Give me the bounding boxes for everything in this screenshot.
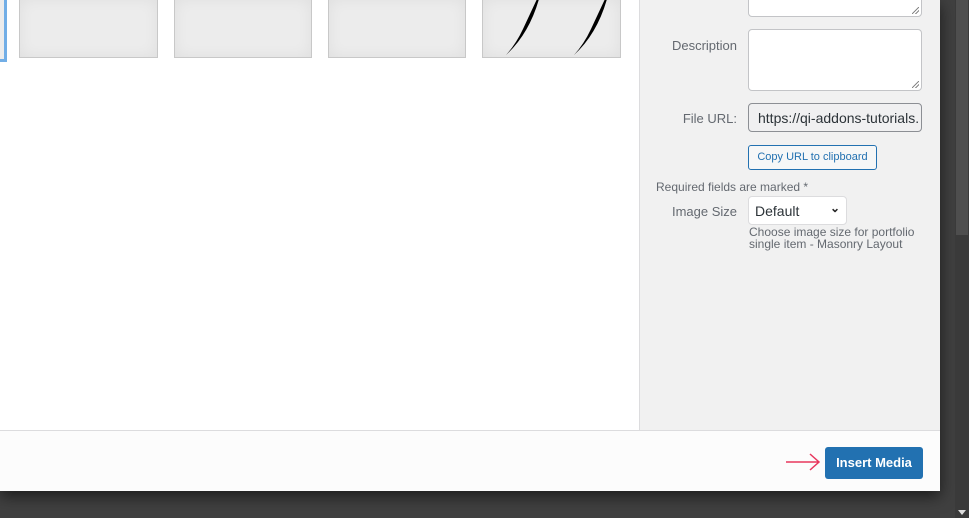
file-url-input[interactable]: https://qi-addons-tutorials. bbox=[748, 103, 922, 132]
required-fields-note: Required fields are marked * bbox=[656, 180, 809, 194]
arrow-right-icon bbox=[786, 453, 821, 471]
media-modal: Description File URL: https://qi-addons-… bbox=[0, 0, 940, 491]
resize-grip-icon[interactable] bbox=[912, 7, 919, 14]
description-textarea[interactable] bbox=[748, 29, 922, 91]
media-item-selected[interactable] bbox=[0, 0, 7, 62]
attachment-details-sidebar: Description File URL: https://qi-addons-… bbox=[639, 0, 940, 430]
quote-image bbox=[506, 0, 607, 55]
media-item[interactable] bbox=[328, 0, 466, 58]
description-label: Description bbox=[671, 38, 737, 53]
image-size-select[interactable]: Default ⌄ bbox=[748, 196, 847, 225]
media-item[interactable] bbox=[19, 0, 158, 58]
scrollbar-thumb[interactable] bbox=[956, 0, 968, 235]
page-scrollbar[interactable] bbox=[955, 0, 969, 518]
media-item[interactable] bbox=[174, 0, 312, 58]
image-size-label: Image Size bbox=[671, 204, 737, 219]
insert-media-button[interactable]: Insert Media bbox=[825, 447, 923, 479]
copy-url-button[interactable]: Copy URL to clipboard bbox=[748, 145, 877, 170]
caption-textarea[interactable] bbox=[748, 0, 922, 17]
media-item[interactable] bbox=[482, 0, 621, 58]
media-toolbar: Insert Media bbox=[0, 430, 940, 491]
image-size-value: Default bbox=[755, 203, 800, 219]
resize-grip-icon[interactable] bbox=[912, 81, 919, 88]
image-size-help: Choose image size for portfolio single i… bbox=[749, 225, 915, 251]
scroll-down-arrow-icon[interactable] bbox=[958, 510, 966, 515]
file-url-label: File URL: bbox=[682, 111, 737, 126]
chevron-down-icon: ⌄ bbox=[829, 201, 840, 215]
